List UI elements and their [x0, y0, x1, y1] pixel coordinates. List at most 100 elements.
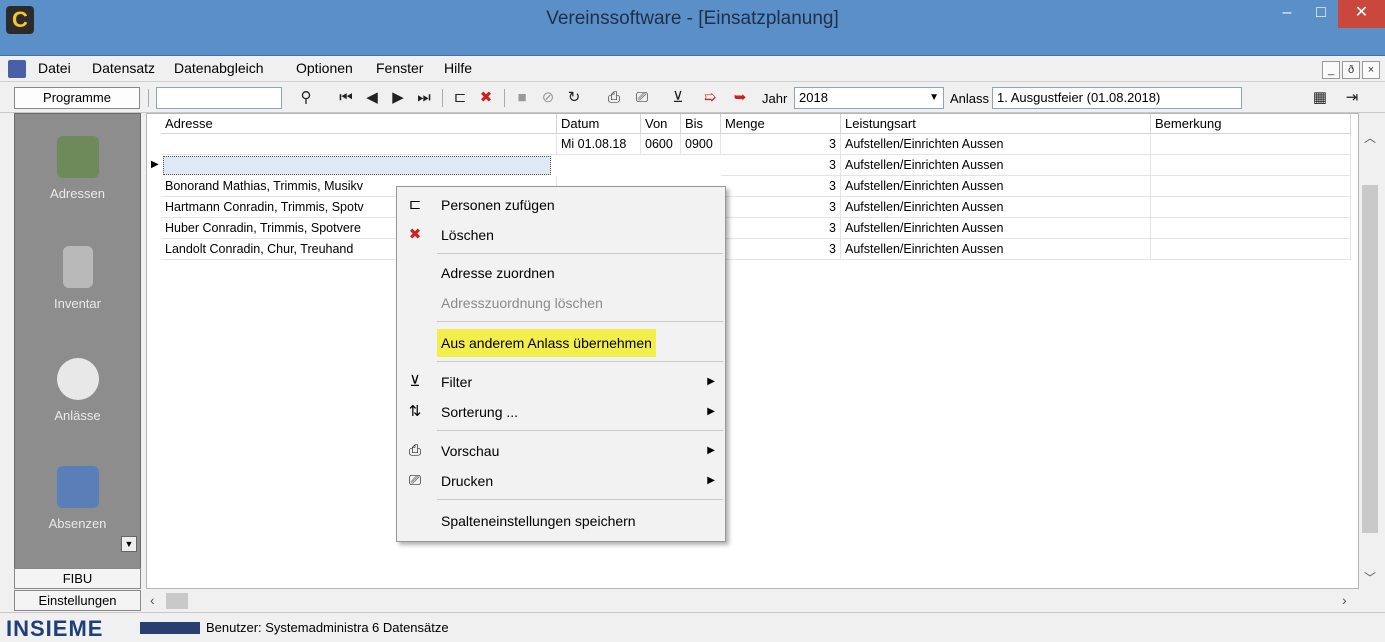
new-record-icon[interactable]: ⊏ [450, 88, 470, 108]
data-grid: Adresse Datum Von Bis Menge Leistungsart… [146, 113, 1359, 589]
filter-icon: ⊻ [409, 373, 421, 390]
title-bar: C Vereinssoftware - [Einsatzplanung] – □… [0, 0, 1385, 56]
menu-fenster[interactable]: Fenster [376, 60, 423, 76]
binoculars-icon[interactable]: ⚲ [296, 88, 316, 108]
delete-icon: ✖ [408, 226, 422, 243]
cancel-icon[interactable]: ⊘ [538, 88, 558, 108]
column-header-menge[interactable]: Menge [721, 114, 841, 134]
table-row[interactable]: Mi 01.08.18 0600 0900 3 Aufstellen/Einri… [147, 134, 1358, 155]
menu-item-loeschen[interactable]: ✖ Löschen [397, 221, 725, 249]
maximize-button[interactable]: □ [1304, 0, 1338, 28]
menu-item-personen-zufuegen[interactable]: ⊏ Personen zufügen [397, 191, 725, 219]
sidebar-item-anlaesse[interactable]: Anlässe [15, 358, 140, 423]
cabinet-icon [62, 246, 93, 288]
submenu-arrow-icon: ▶ [707, 475, 715, 486]
import-icon[interactable]: ➥ [730, 88, 750, 108]
table-row[interactable]: Huber Conradin, Trimmis, Spotvere 3 Aufs… [147, 218, 1358, 239]
menu-datenabgleich[interactable]: Datenabgleich [174, 60, 264, 76]
grid-view-icon[interactable]: ▦ [1310, 88, 1330, 108]
year-select[interactable]: 2018 ▼ [794, 87, 944, 109]
close-button[interactable]: ✕ [1338, 0, 1385, 28]
horizontal-scroll-thumb[interactable] [166, 593, 188, 609]
calendar-clock-icon [56, 358, 99, 400]
minimize-button[interactable]: – [1270, 0, 1304, 28]
scroll-right-icon[interactable]: › [1342, 592, 1347, 608]
first-record-icon[interactable]: ⏮ [336, 88, 356, 108]
status-bar: INSIEME Benutzer: Systemadministra 6 Dat… [0, 612, 1385, 642]
address-edit-field[interactable] [163, 156, 551, 175]
submenu-arrow-icon: ▶ [707, 376, 715, 387]
sidebar-item-absenzen[interactable]: Absenzen [15, 466, 140, 531]
refresh-icon[interactable]: ↻ [564, 88, 584, 108]
menu-separator [437, 499, 723, 500]
column-header-adresse[interactable]: Adresse [161, 114, 557, 134]
toolbar: Programme ⚲ ⏮ ◀ ▶ ⏭ ⊏ ✖ ■ ⊘ ↻ ⎙ ⎚ ⊻ ➯ ➥ … [0, 83, 1385, 113]
print-icon[interactable]: ⎚ [632, 88, 652, 108]
status-user: Benutzer: Systemadministra [206, 620, 369, 635]
toolbar-separator [148, 89, 149, 107]
program-sidebar: Adressen Inventar Anlässe Absenzen ▼ [14, 113, 141, 589]
save-icon[interactable]: ■ [512, 88, 532, 108]
table-row[interactable]: Hartmann Conradin, Trimmis, Spotv 3 Aufs… [147, 197, 1358, 218]
person-calendar-icon [56, 466, 99, 508]
column-header-von[interactable]: Von [641, 114, 681, 134]
address-book-icon [56, 136, 99, 178]
horizontal-scrollbar[interactable]: ‹ › [146, 590, 1359, 612]
sidebar-item-adressen[interactable]: Adressen [15, 136, 140, 201]
menu-datensatz[interactable]: Datensatz [92, 60, 155, 76]
tab-fibu[interactable]: FIBU [14, 568, 141, 589]
scroll-left-icon[interactable]: ‹ [150, 592, 155, 608]
mdi-restore-button[interactable]: ð [1342, 61, 1360, 79]
vertical-scroll-thumb[interactable] [1362, 185, 1378, 533]
menu-hilfe[interactable]: Hilfe [444, 60, 472, 76]
menu-item-spalteneinstellungen-speichern[interactable]: Spalteneinstellungen speichern [397, 507, 725, 535]
table-row[interactable]: ▶ 3 Aufstellen/Einrichten Aussen [147, 155, 1358, 176]
programs-header: Programme [14, 87, 140, 109]
preview-icon[interactable]: ⎙ [604, 88, 624, 108]
menu-item-adresse-zuordnen[interactable]: Adresse zuordnen [397, 259, 725, 287]
preview-icon: ⎙ [408, 442, 421, 459]
sidebar-scroll-down-button[interactable]: ▼ [121, 536, 137, 552]
menu-datei[interactable]: Datei [38, 60, 71, 76]
delete-icon[interactable]: ✖ [476, 88, 496, 108]
filter-icon[interactable]: ⊻ [668, 88, 688, 108]
scroll-up-icon[interactable]: ︿ [1359, 129, 1381, 146]
column-header-bemerkung[interactable]: Bemerkung [1151, 114, 1351, 134]
submenu-arrow-icon: ▶ [707, 445, 715, 456]
table-row[interactable]: Landolt Conradin, Chur, Treuhand 3 Aufst… [147, 239, 1358, 260]
sidebar-item-inventar[interactable]: Inventar [15, 246, 140, 311]
export-icon[interactable]: ➯ [700, 88, 720, 108]
scroll-down-icon[interactable]: ﹀ [1359, 569, 1381, 586]
current-row-indicator-icon: ▶ [151, 159, 159, 170]
column-header-leistungsart[interactable]: Leistungsart [841, 114, 1151, 134]
document-icon[interactable] [8, 60, 26, 78]
window-title: Vereinssoftware - [Einsatzplanung] [546, 8, 839, 29]
menu-item-filter[interactable]: ⊻ Filter ▶ [397, 368, 725, 396]
tab-einstellungen[interactable]: Einstellungen [14, 590, 141, 611]
last-record-icon[interactable]: ⏭ [414, 88, 434, 108]
menu-item-drucken[interactable]: ⎚ Drucken ▶ [397, 467, 725, 495]
vertical-scrollbar[interactable]: ︿ ﹀ [1359, 113, 1381, 589]
chevron-down-icon: ▼ [929, 92, 939, 103]
status-record-count: 6 Datensätze [372, 620, 449, 635]
toolbar-separator [442, 89, 443, 107]
mdi-close-button[interactable]: × [1362, 61, 1380, 79]
exit-icon[interactable]: ⇥ [1342, 88, 1362, 108]
column-header-datum[interactable]: Datum [557, 114, 641, 134]
search-input[interactable] [156, 87, 282, 109]
logo-bar [140, 622, 200, 634]
previous-record-icon[interactable]: ◀ [362, 88, 382, 108]
event-select[interactable]: 1. Ausgustfeier (01.08.2018) [992, 87, 1242, 109]
menu-item-vorschau[interactable]: ⎙ Vorschau ▶ [397, 437, 725, 465]
menu-bar: Datei Datensatz Datenabgleich Optionen F… [0, 56, 1385, 82]
menu-separator [437, 321, 723, 322]
next-record-icon[interactable]: ▶ [388, 88, 408, 108]
insieme-logo: INSIEME [6, 616, 104, 641]
menu-separator [437, 361, 723, 362]
menu-item-sortierung[interactable]: ⇅ Sorterung ... ▶ [397, 398, 725, 426]
menu-optionen[interactable]: Optionen [296, 60, 353, 76]
column-header-bis[interactable]: Bis [681, 114, 721, 134]
table-row[interactable]: Bonorand Mathias, Trimmis, Musikv 3 Aufs… [147, 176, 1358, 197]
menu-item-aus-anderem-anlass[interactable]: Aus anderem Anlass übernehmen [397, 329, 725, 357]
mdi-minimize-button[interactable]: _ [1322, 61, 1340, 79]
